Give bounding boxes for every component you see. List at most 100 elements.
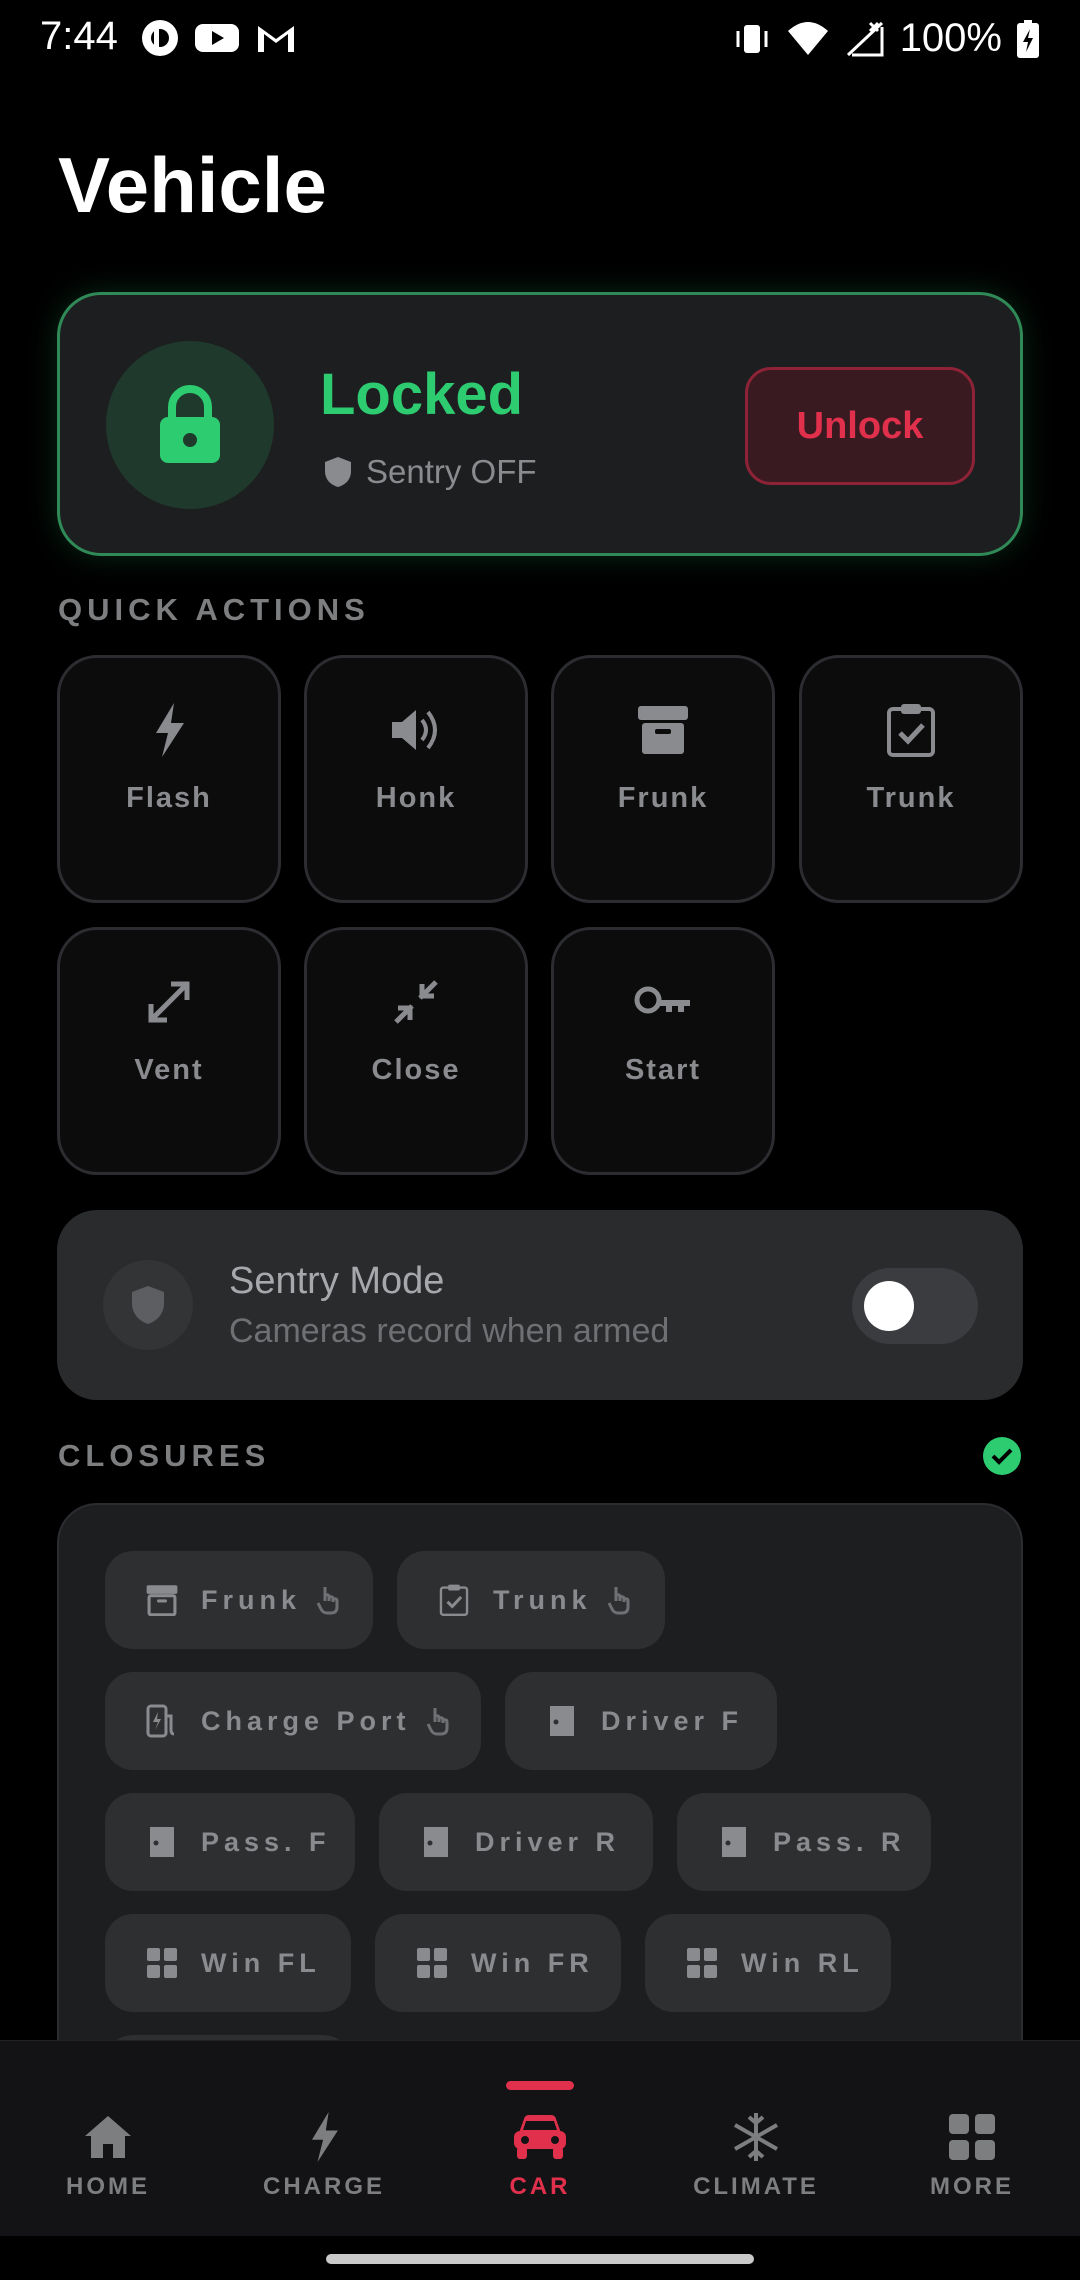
clipboard-check-icon <box>887 704 935 757</box>
quick-action-start[interactable]: Start <box>551 927 775 1175</box>
nav-label: MORE <box>930 2173 1014 2200</box>
closures-heading: CLOSURES <box>58 1438 271 1473</box>
quick-action-label: Flash <box>126 782 212 814</box>
closure-chip-trunk[interactable]: Trunk <box>397 1551 665 1649</box>
quick-action-label: Vent <box>134 1054 204 1086</box>
page-title: Vehicle <box>58 141 327 229</box>
expand-icon <box>148 981 190 1023</box>
bolt-icon <box>156 703 184 757</box>
closures-card: Frunk Trunk Charge Port Driver F Pass. F… <box>57 1503 1023 2063</box>
youtube-icon <box>195 24 239 52</box>
touch-icon <box>316 1587 339 1615</box>
window-icon <box>147 1948 177 1978</box>
shield-icon <box>132 1286 164 1324</box>
closure-label: Win FR <box>471 1947 594 1978</box>
closure-chip-pass-front[interactable]: Pass. F <box>105 1793 355 1891</box>
closure-label: Pass. F <box>201 1826 331 1857</box>
unlock-button[interactable]: Unlock <box>745 367 975 485</box>
nav-label: CLIMATE <box>693 2173 819 2200</box>
touch-icon <box>426 1708 449 1736</box>
quick-action-label: Frunk <box>617 782 709 814</box>
clipboard-check-icon <box>439 1584 469 1616</box>
speaker-icon <box>392 710 437 750</box>
quick-actions-heading: QUICK ACTIONS <box>58 592 370 627</box>
closure-chip-frunk[interactable]: Frunk <box>105 1551 373 1649</box>
sentry-status-line: Sentry OFF <box>324 453 537 491</box>
gmail-icon <box>258 26 294 52</box>
nav-label: CHARGE <box>262 2173 385 2200</box>
lock-status-text: Locked <box>320 362 524 427</box>
battery-charging-icon <box>1017 19 1039 58</box>
nav-charge[interactable]: CHARGE <box>216 2041 432 2237</box>
status-bar: 7:44 100% <box>0 0 1080 80</box>
all-closed-check-icon <box>983 1437 1021 1475</box>
wifi-icon <box>787 21 828 55</box>
bolt-icon <box>311 2112 338 2162</box>
closure-label: Frunk <box>201 1584 302 1615</box>
sentry-mode-title: Sentry Mode <box>229 1260 445 1302</box>
nav-car[interactable]: CAR <box>432 2041 648 2237</box>
gesture-home-bar[interactable] <box>326 2254 754 2264</box>
nav-more[interactable]: MORE <box>864 2041 1080 2237</box>
closure-chip-win-fr[interactable]: Win FR <box>375 1914 621 2012</box>
no-signal-icon <box>846 21 884 56</box>
door-icon <box>550 1706 574 1736</box>
quick-action-label: Trunk <box>866 782 956 814</box>
closure-label: Driver R <box>475 1826 621 1857</box>
quick-action-label: Close <box>371 1054 461 1086</box>
quick-action-trunk[interactable]: Trunk <box>799 655 1023 903</box>
quick-action-close[interactable]: Close <box>304 927 528 1175</box>
closure-chip-win-rl[interactable]: Win RL <box>645 1914 891 2012</box>
quick-action-vent[interactable]: Vent <box>57 927 281 1175</box>
nav-label: CAR <box>509 2173 571 2200</box>
archive-icon <box>146 1585 178 1616</box>
quick-action-label: Start <box>624 1054 702 1086</box>
lock-icon-badge <box>106 341 274 509</box>
sentry-mode-card: Sentry Mode Cameras record when armed <box>57 1210 1023 1400</box>
bottom-navigation: HOME CHARGE CAR CLIMATE MORE <box>0 2040 1080 2236</box>
vibrate-icon <box>736 24 768 53</box>
sentry-mode-subtitle: Cameras record when armed <box>229 1312 670 1350</box>
collapse-icon <box>394 980 438 1024</box>
window-icon <box>687 1948 717 1978</box>
closure-chip-driver-rear[interactable]: Driver R <box>379 1793 653 1891</box>
app-notification-icon <box>142 20 178 56</box>
nav-climate[interactable]: CLIMATE <box>648 2041 864 2237</box>
closure-label: Pass. R <box>773 1826 906 1857</box>
closure-label: Driver F <box>601 1705 744 1736</box>
active-indicator <box>506 2081 574 2090</box>
home-icon <box>85 2116 131 2158</box>
lock-icon <box>160 385 220 463</box>
charge-port-icon <box>146 1704 175 1738</box>
nav-label: HOME <box>66 2173 150 2200</box>
car-icon <box>514 2115 566 2159</box>
closure-chip-charge-port[interactable]: Charge Port <box>105 1672 481 1770</box>
door-icon <box>722 1827 746 1857</box>
snowflake-icon <box>734 2113 778 2161</box>
door-icon <box>150 1827 174 1857</box>
lock-status-card: Locked Sentry OFF Unlock <box>57 292 1023 556</box>
nav-home[interactable]: HOME <box>0 2041 216 2237</box>
closure-label: Win FL <box>201 1947 321 1978</box>
closure-label: Charge Port <box>201 1705 411 1736</box>
sentry-mode-toggle[interactable] <box>852 1268 978 1344</box>
key-icon <box>634 986 690 1014</box>
toggle-knob <box>864 1281 914 1331</box>
door-icon <box>424 1827 448 1857</box>
status-time: 7:44 <box>40 14 118 58</box>
closure-label: Trunk <box>493 1584 592 1615</box>
quick-action-honk[interactable]: Honk <box>304 655 528 903</box>
quick-action-flash[interactable]: Flash <box>57 655 281 903</box>
quick-action-frunk[interactable]: Frunk <box>551 655 775 903</box>
closure-chip-win-fl[interactable]: Win FL <box>105 1914 351 2012</box>
grid-icon <box>949 2114 995 2160</box>
window-icon <box>417 1948 447 1978</box>
archive-icon <box>638 706 688 754</box>
closure-label: Win RL <box>741 1947 864 1978</box>
closure-chip-driver-front[interactable]: Driver F <box>505 1672 777 1770</box>
touch-icon <box>607 1587 630 1615</box>
battery-percent: 100% <box>899 16 1002 60</box>
quick-action-label: Honk <box>375 782 457 814</box>
sentry-status-text: Sentry OFF <box>366 453 537 490</box>
closure-chip-pass-rear[interactable]: Pass. R <box>677 1793 931 1891</box>
